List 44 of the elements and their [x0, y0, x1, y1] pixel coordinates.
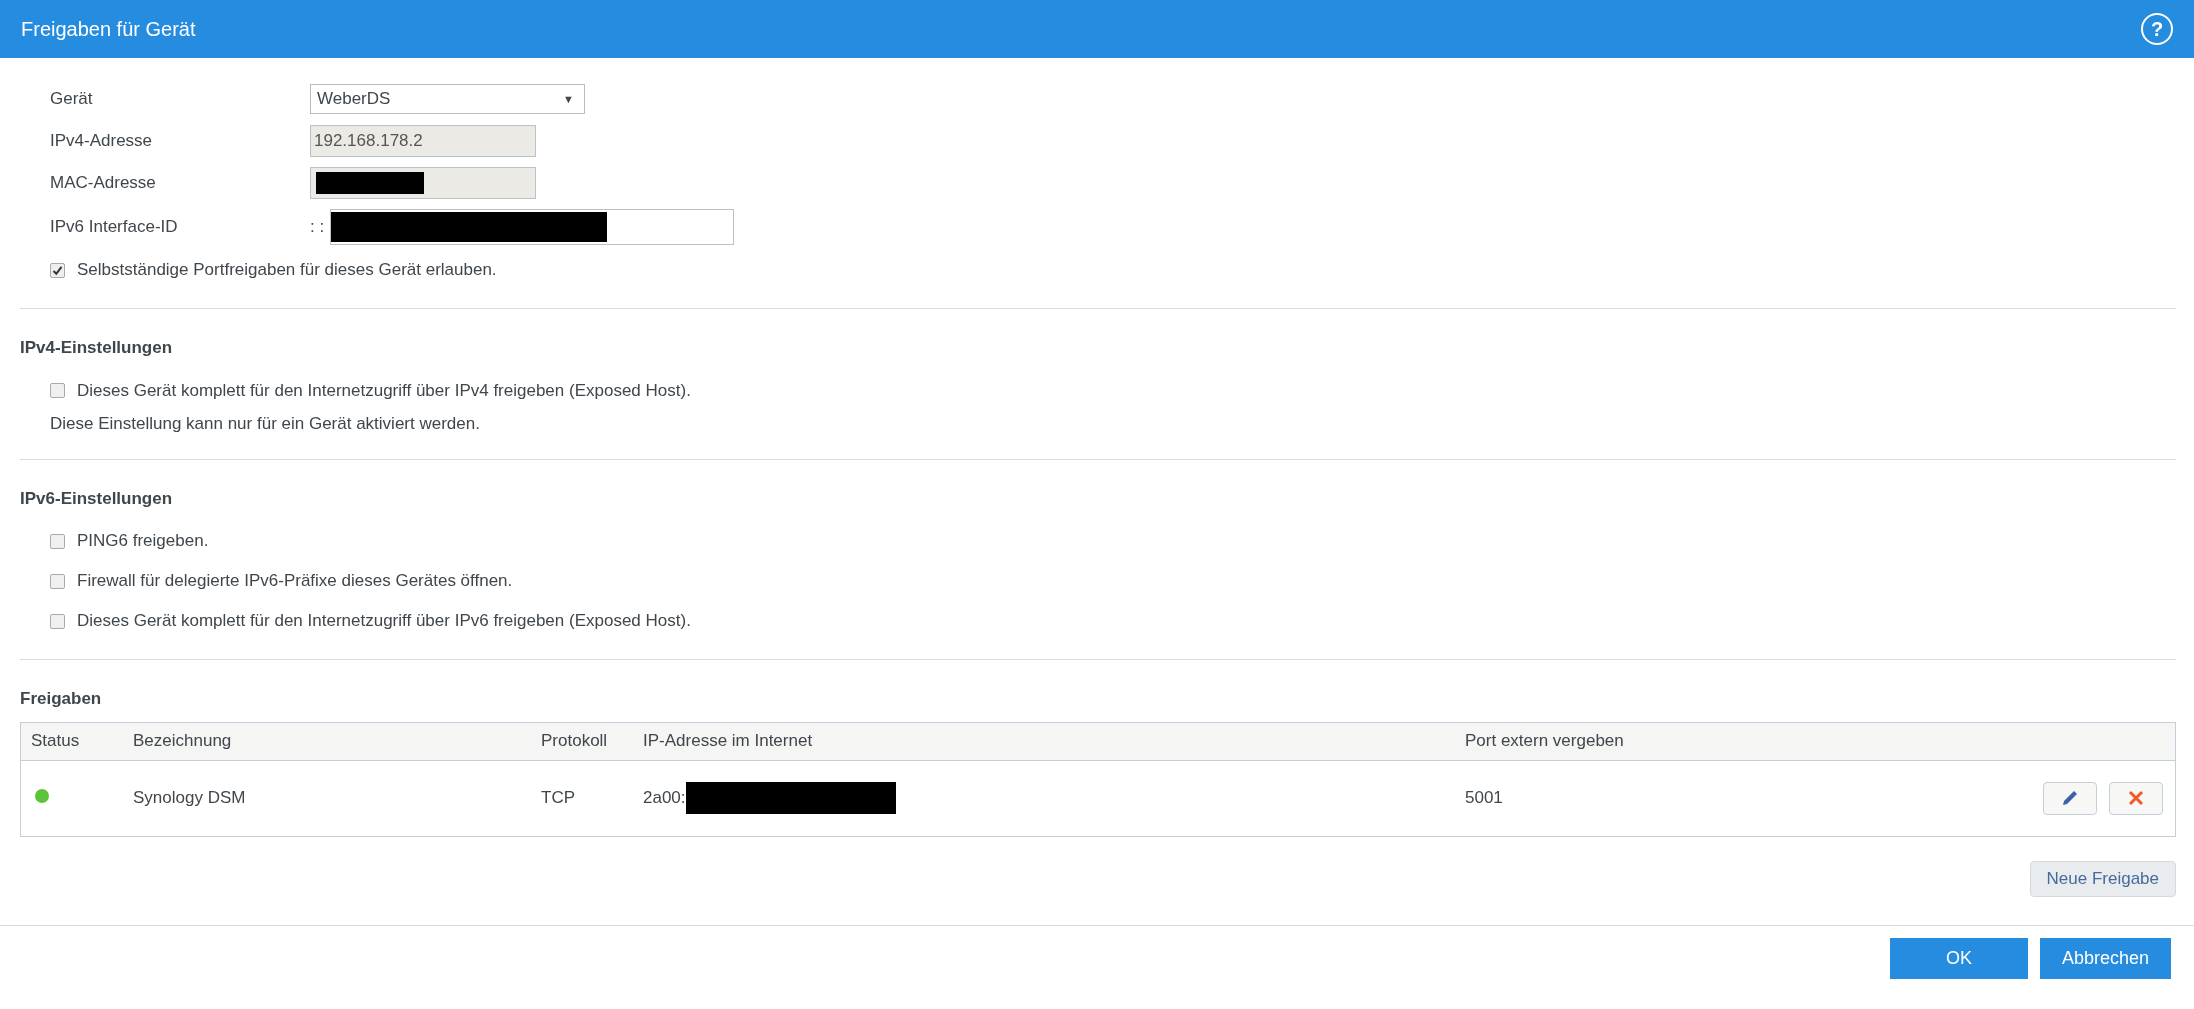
field-value: 192.168.178.2 — [314, 130, 423, 153]
column-header: Port extern vergeben — [1465, 730, 1625, 753]
delete-button[interactable] — [2109, 781, 2163, 815]
help-button[interactable]: ? — [2141, 13, 2173, 45]
pencil-icon — [2060, 788, 2080, 808]
column-header: Status — [30, 730, 81, 753]
checkbox[interactable] — [50, 613, 65, 629]
section-heading: IPv6-Einstellungen — [20, 487, 174, 510]
section-heading: IPv4-Einstellungen — [20, 337, 174, 359]
close-icon — [2128, 790, 2144, 806]
section-heading: Freigaben — [20, 688, 103, 710]
field-label: MAC-Adresse — [50, 172, 157, 195]
column-header: IP-Adresse im Internet — [643, 730, 814, 753]
table-cell-text: 2a00: — [643, 787, 686, 810]
caret-icon: ▼ — [563, 90, 574, 108]
field-label: IPv6 Interface-ID — [50, 216, 179, 239]
cancel-button[interactable]: Abbrechen — [2040, 937, 2171, 979]
device-select[interactable]: WeberDS ▼ — [310, 84, 585, 114]
column-header: Protokoll — [541, 730, 609, 753]
field-prefix: : : — [310, 216, 326, 239]
input-field[interactable] — [330, 209, 734, 245]
ok-button[interactable]: OK — [1890, 937, 2028, 979]
input-field[interactable] — [310, 167, 536, 199]
column-header: Bezeichnung — [133, 730, 233, 753]
checkbox[interactable] — [50, 573, 65, 589]
table-cell-text: Synology DSM — [133, 787, 247, 810]
table-cell-text: 5001 — [1465, 787, 1504, 810]
input-field[interactable]: 192.168.178.2 — [310, 125, 536, 157]
checkbox-label: PING6 freigeben. — [77, 530, 209, 553]
field-label: IPv4-Adresse — [50, 130, 154, 153]
table-cell-text: TCP — [541, 787, 576, 810]
checkbox[interactable] — [50, 533, 65, 549]
field-label: Gerät — [50, 88, 94, 111]
checkbox-label: Selbstständige Portfreigaben für dieses Gerät erlauben. — [77, 259, 497, 282]
checkbox[interactable] — [50, 262, 65, 278]
checkbox-label: Firewall für delegierte IPv6-Präfixe dieses Gerätes öffnen. — [77, 570, 513, 593]
select-value: WeberDS — [317, 88, 391, 111]
info-text: Diese Einstellung kann nur für ein Gerät aktiviert werden. — [49, 412, 481, 435]
checkbox-label: Dieses Gerät komplett für den Internetzugriff über IPv6 freigeben (Exposed Host). — [77, 610, 691, 633]
edit-button[interactable] — [2043, 781, 2097, 815]
checkbox[interactable] — [50, 383, 65, 398]
new-share-button[interactable]: Neue Freigabe — [2029, 860, 2176, 897]
dialog-title: Freigaben für Gerät — [21, 17, 196, 42]
checkbox-label: Dieses Gerät komplett für den Internetzugriff über IPv4 freigeben (Exposed Host). — [77, 379, 691, 402]
